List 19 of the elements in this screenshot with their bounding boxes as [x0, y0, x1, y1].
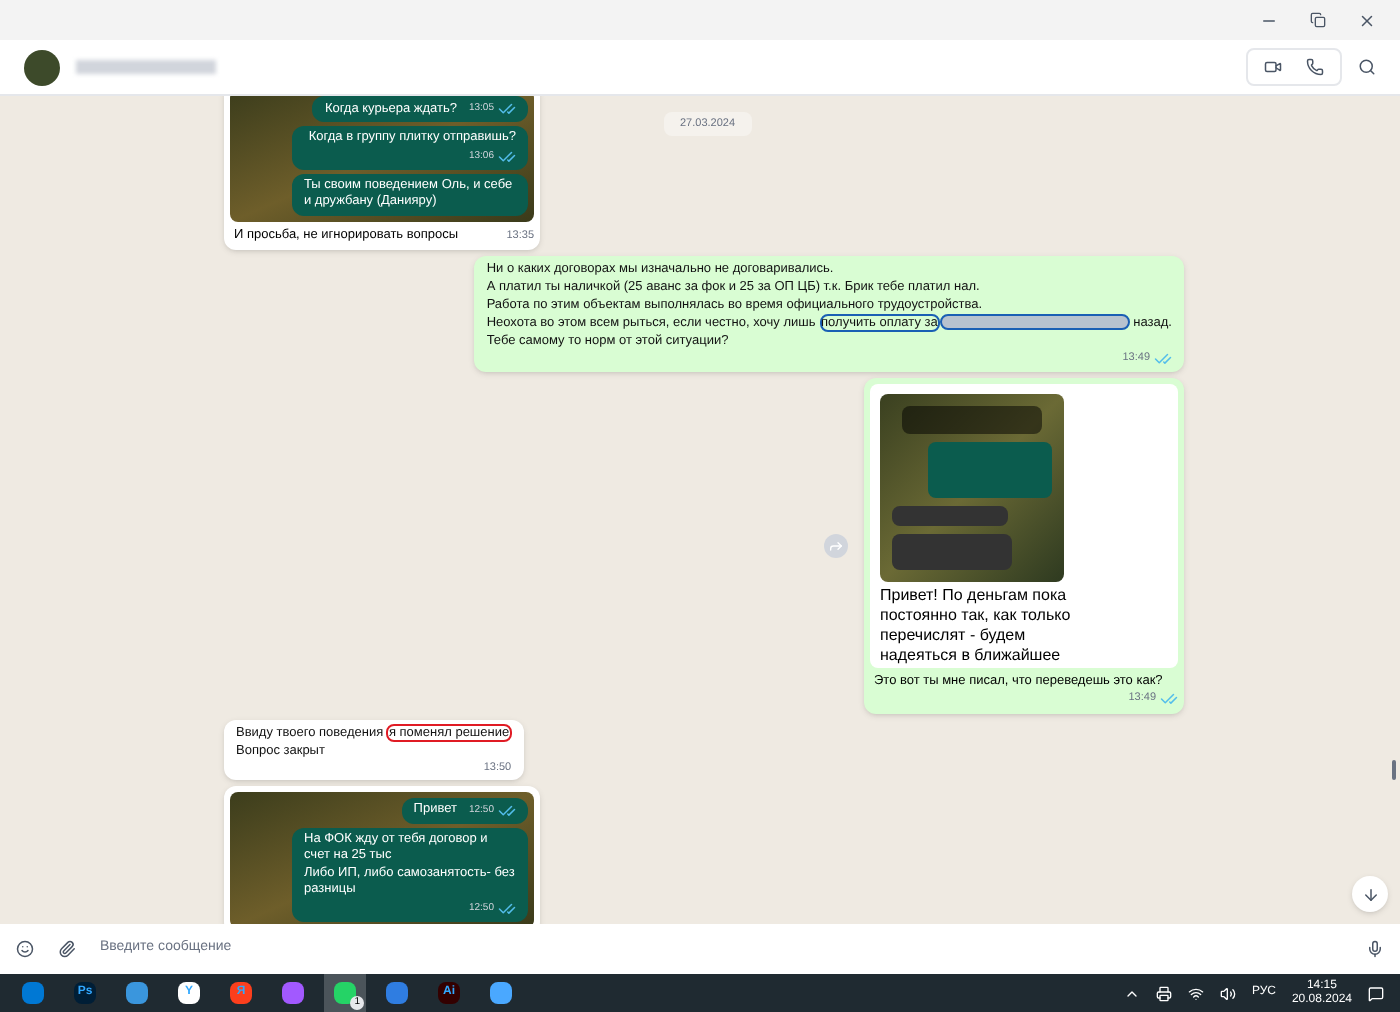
close-icon[interactable]: [1358, 11, 1376, 29]
notifications-icon[interactable]: [1368, 985, 1384, 1001]
emoji-icon[interactable]: [16, 940, 34, 958]
network-icon[interactable]: [1187, 985, 1204, 1001]
microphone-icon[interactable]: [1366, 940, 1384, 958]
arrow-down-icon: [1361, 885, 1379, 903]
scrollbar-thumb[interactable]: [1392, 760, 1396, 780]
attach-icon[interactable]: [58, 940, 76, 958]
device-icon[interactable]: [1155, 985, 1172, 1001]
forward-icon: [828, 537, 844, 553]
restore-icon[interactable]: [1310, 12, 1326, 28]
screenshot-text: Привет! По деньгам пока постоянно так, как только перечислят - будем надеяться в ближайшее: [880, 585, 1073, 665]
video-call-icon[interactable]: [1264, 58, 1282, 76]
search-icon[interactable]: [1358, 58, 1376, 76]
volume-icon[interactable]: [1219, 985, 1236, 1001]
avatar[interactable]: [24, 49, 60, 85]
scroll-down-button[interactable]: [1352, 876, 1388, 912]
blurred-name-drawing: [76, 60, 216, 74]
phone-icon[interactable]: [1306, 58, 1324, 76]
